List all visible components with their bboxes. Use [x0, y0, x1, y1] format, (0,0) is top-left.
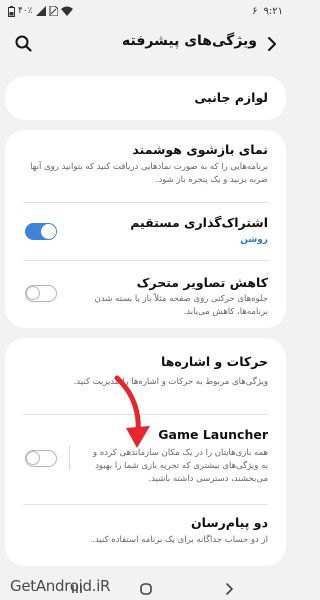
nav-back-icon[interactable]	[222, 581, 236, 597]
accessories-label: لوازم جانبی	[194, 90, 268, 105]
back-button[interactable]	[261, 32, 281, 56]
home-icon[interactable]	[138, 581, 154, 597]
direct-share-status: روشن	[240, 235, 268, 245]
smart-popup-subtitle: برنامه‌هایی را که به صورت نمادهایی دریاف…	[30, 162, 268, 185]
battery-level: ۴۰٪	[18, 6, 33, 16]
status-bar: ۴۰٪ ۶ ۹:۲۱	[0, 0, 291, 22]
direct-share-title: اشتراک‌گذاری مستقیم	[130, 215, 268, 230]
recents-icon[interactable]	[70, 582, 84, 596]
status-time: ۹:۲۱	[263, 5, 283, 17]
dual-messenger-subtitle: از دو حساب جداگانه برای یک برنامه استفاد…	[92, 535, 268, 545]
toggle-knob	[41, 224, 56, 239]
reduce-animations-title: کاهش تصاویر متحرک	[136, 275, 268, 290]
display-settings-card: نمای بازشوی هوشمند برنامه‌هایی را که به …	[5, 130, 286, 328]
reduce-animations-subtitle: جلوه‌های حرکتی روی صفحه مثلاً باز یا بست…	[94, 294, 268, 317]
navigation-bar: GetAndroid.iR	[0, 577, 291, 600]
no-sim-icon	[49, 6, 58, 16]
game-launcher-title: Game Launcher	[158, 427, 268, 442]
features-card: حرکات و اشاره‌ها ویژگی‌های مربوط به حرکا…	[5, 338, 286, 566]
smart-popup-title: نمای بازشوی هوشمند	[132, 142, 268, 157]
dual-messenger-title: دو پیام‌رسان	[190, 515, 268, 530]
page-title: ویژگی‌های پیشرفته	[122, 33, 257, 49]
dual-messenger-row[interactable]: دو پیام‌رسان از دو حساب جداگانه برای یک …	[5, 505, 286, 565]
search-icon	[15, 35, 32, 52]
toggle-knob	[26, 286, 40, 300]
accessories-card: لوازم جانبی	[5, 76, 286, 120]
motions-gestures-row[interactable]: حرکات و اشاره‌ها ویژگی‌های مربوط به حرکا…	[5, 338, 286, 400]
status-indicators: ۴۰٪	[8, 5, 73, 17]
game-launcher-row[interactable]: Game Launcher همه بازی‌هایتان را در یک م…	[5, 415, 286, 505]
smart-popup-row[interactable]: نمای بازشوی هوشمند برنامه‌هایی را که به …	[5, 130, 286, 200]
motions-gestures-title: حرکات و اشاره‌ها	[161, 354, 268, 369]
direct-share-toggle[interactable]	[25, 223, 57, 240]
status-time-area: ۶ ۹:۲۱	[252, 6, 283, 17]
notification-count: ۶	[252, 5, 258, 17]
app-header: ویژگی‌های پیشرفته	[0, 26, 291, 62]
game-launcher-toggle[interactable]	[25, 450, 57, 467]
motions-gestures-subtitle: ویژگی‌های مربوط به حرکات و اشاره‌ها را م…	[73, 377, 268, 387]
back-arrow-icon	[268, 37, 276, 51]
game-launcher-subtitle: همه بازی‌هایتان را در یک مکان سازماندهی …	[93, 448, 268, 484]
reduce-animations-row[interactable]: کاهش تصاویر متحرک جلوه‌های حرکتی روی صفح…	[5, 261, 286, 328]
reduce-animations-toggle[interactable]	[25, 285, 57, 302]
battery-icon	[8, 5, 15, 17]
toggle-separator	[69, 446, 70, 470]
watermark: GetAndroid.iR	[10, 577, 111, 595]
wifi-icon	[60, 6, 73, 16]
search-button[interactable]	[12, 32, 36, 56]
toggle-knob	[26, 451, 40, 465]
signal-icon	[35, 6, 46, 16]
direct-share-row[interactable]: اشتراک‌گذاری مستقیم روشن	[5, 203, 286, 259]
accessories-row[interactable]: لوازم جانبی	[5, 76, 286, 120]
